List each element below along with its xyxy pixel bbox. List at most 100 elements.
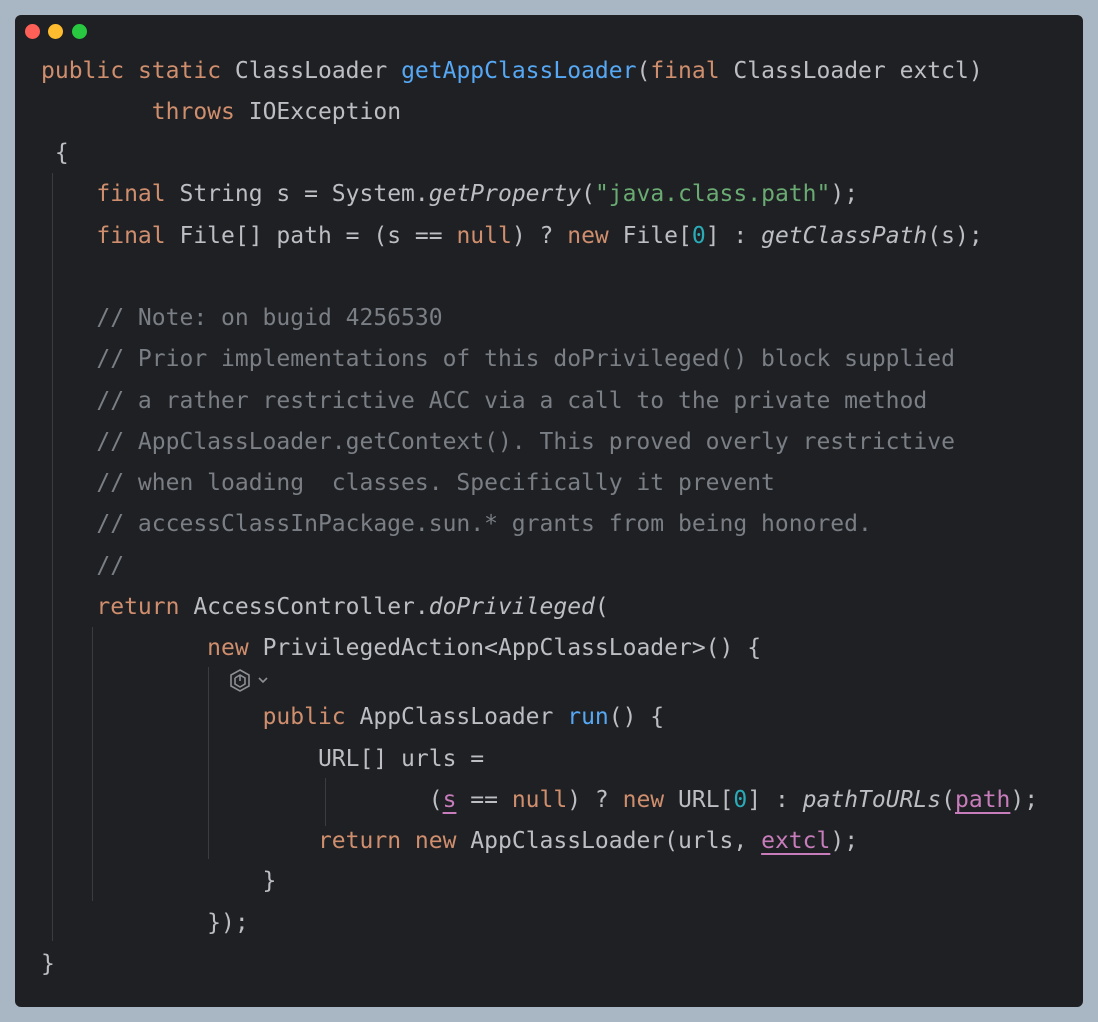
- code-line-3: {: [41, 138, 69, 168]
- code-line-15: new PrivilegedAction<AppClassLoader>() {: [41, 633, 761, 663]
- code-window: public static ClassLoader getAppClassLoa…: [15, 15, 1083, 1007]
- code-line-9: // a rather restrictive ACC via a call t…: [41, 386, 927, 416]
- maximize-window-button[interactable]: [72, 24, 87, 39]
- code-token: PrivilegedAction<AppClassLoader>() {: [248, 635, 762, 661]
- code-line-13: //: [41, 551, 124, 581]
- code-comment: // Prior implementations of this doPrivi…: [96, 346, 955, 372]
- code-token: 0: [691, 223, 706, 249]
- code-token: ) ?: [511, 223, 568, 249]
- code-token: final: [96, 223, 166, 249]
- code-comment: // when loading classes. Specifically it…: [96, 470, 775, 496]
- code-token: (: [594, 594, 609, 620]
- code-token: ==: [456, 787, 512, 813]
- code-token: doPrivileged: [428, 594, 595, 620]
- close-window-button[interactable]: [25, 24, 40, 39]
- code-line-19: return new AppClassLoader(urls, extcl);: [41, 826, 858, 856]
- code-token: run: [567, 704, 609, 730]
- code-line-17: URL[] urls =: [41, 744, 484, 774]
- code-line-14: return AccessController.doPrivileged(: [41, 592, 609, 622]
- code-line-22: }: [41, 949, 55, 979]
- code-comment: // a rather restrictive ACC via a call t…: [96, 388, 928, 414]
- code-token: (: [941, 787, 955, 813]
- code-line-12: // accessClassInPackage.sun.* grants fro…: [41, 509, 872, 539]
- minimize-window-button[interactable]: [48, 24, 63, 39]
- code-token: String s = System.: [165, 181, 429, 207]
- code-token: new: [414, 828, 457, 854]
- code-token: ) ?: [567, 787, 623, 813]
- code-token: ] :: [747, 787, 803, 813]
- code-token: () {: [608, 704, 665, 730]
- code-token: }: [41, 951, 55, 977]
- code-token: URL[: [664, 787, 734, 813]
- code-token: (: [581, 181, 595, 207]
- code-token: path: [955, 787, 1011, 813]
- code-token: URL[] urls =: [41, 746, 485, 772]
- code-comment: // Note: on bugid 4256530: [96, 305, 443, 331]
- code-token: getClassPath: [761, 223, 928, 249]
- code-token: ] :: [705, 223, 762, 249]
- code-token: AppClassLoader: [345, 704, 568, 730]
- code-token: return: [96, 594, 180, 620]
- code-token: new: [567, 223, 609, 249]
- code-token: s: [442, 787, 457, 813]
- code-line-8: // Prior implementations of this doPrivi…: [41, 344, 955, 374]
- code-token: (s);: [927, 223, 983, 249]
- code-token: new: [207, 635, 249, 661]
- code-line-11: // when loading classes. Specifically it…: [41, 468, 775, 498]
- code-token: getProperty: [428, 181, 582, 207]
- code-line-5: final File[] path = (s == null) ? new Fi…: [41, 221, 983, 251]
- code-token: (: [41, 787, 443, 813]
- code-token: final: [650, 58, 720, 84]
- code-token: public: [41, 58, 125, 84]
- code-line-4: final String s = System.getProperty("jav…: [41, 179, 858, 209]
- code-token: {: [41, 140, 69, 166]
- code-token: );: [830, 828, 859, 854]
- code-token: AccessController.: [179, 594, 429, 620]
- code-line-1: public static ClassLoader getAppClassLoa…: [41, 56, 983, 86]
- code-token: getAppClassLoader: [401, 58, 637, 84]
- code-token: public: [262, 704, 346, 730]
- code-token: (: [636, 58, 651, 84]
- code-token: final: [96, 181, 166, 207]
- code-lens-icon[interactable]: [228, 668, 274, 696]
- code-token: );: [1010, 787, 1039, 813]
- code-token: null: [511, 787, 568, 813]
- code-token: ClassLoader: [221, 58, 402, 84]
- code-token: );: [830, 181, 859, 207]
- code-comment: // accessClassInPackage.sun.* grants fro…: [96, 511, 872, 537]
- code-token: }: [41, 868, 277, 894]
- code-token: extcl: [761, 828, 831, 854]
- code-token: 0: [733, 787, 748, 813]
- code-token: File[: [608, 223, 692, 249]
- code-token: pathToURLs: [802, 787, 942, 813]
- code-token: ClassLoader extcl): [719, 58, 983, 84]
- code-line-20: }: [41, 866, 277, 896]
- code-line-18: (s == null) ? new URL[0] : pathToURLs(pa…: [41, 785, 1038, 815]
- code-token: static: [137, 58, 222, 84]
- chevron-down-icon: [258, 677, 268, 684]
- code-line-21: });: [41, 908, 249, 938]
- code-token: new: [622, 787, 665, 813]
- code-line-7: // Note: on bugid 4256530: [41, 303, 443, 333]
- code-line-16: public AppClassLoader run() {: [41, 702, 665, 732]
- code-token: throws: [151, 99, 235, 125]
- code-comment: // AppClassLoader.getContext(). This pro…: [96, 429, 955, 455]
- code-token: AppClassLoader(urls,: [456, 828, 762, 854]
- code-token: File[] path = (s ==: [165, 223, 457, 249]
- code-token: "java.class.path": [594, 181, 831, 207]
